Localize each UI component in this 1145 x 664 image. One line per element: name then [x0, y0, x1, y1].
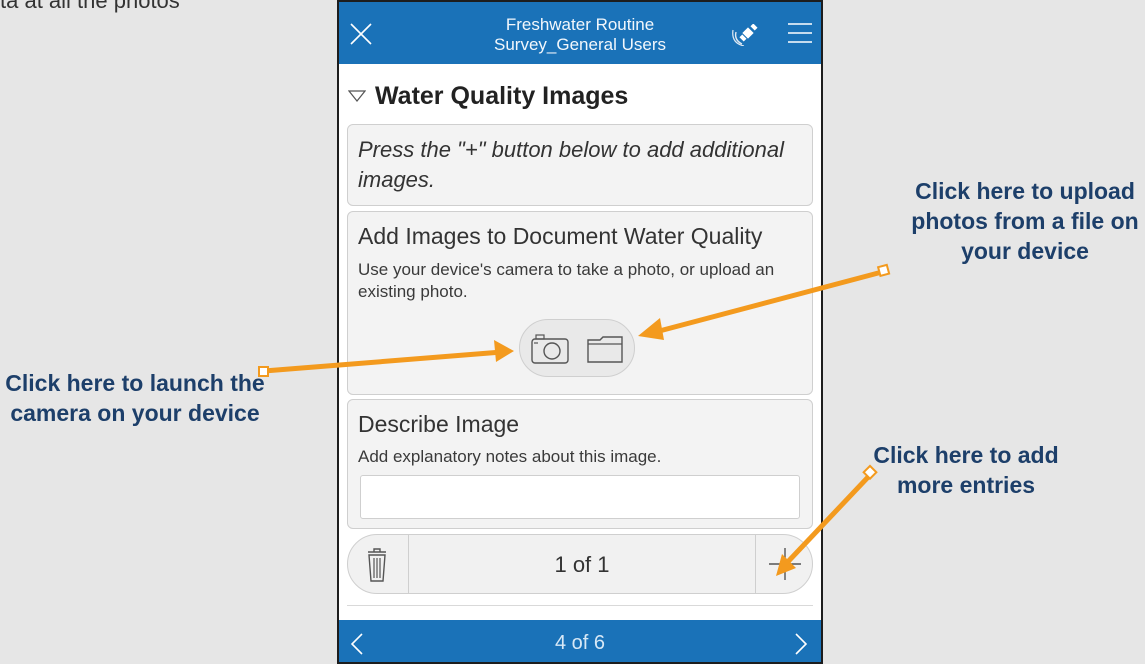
repeat-separator-right	[755, 535, 756, 593]
cropped-heading-text: ta at all the photos	[0, 0, 180, 13]
form-divider	[347, 605, 813, 606]
describe-image-input[interactable]	[360, 475, 800, 519]
annotation-upload: Click here to upload photos from a file …	[906, 176, 1144, 266]
camera-icon[interactable]	[530, 333, 570, 365]
annotation-camera-line1: Click here to launch the	[5, 370, 265, 396]
satellite-icon[interactable]	[732, 24, 762, 46]
chevron-right-icon[interactable]	[793, 632, 809, 656]
page-indicator: 4 of 6	[554, 632, 606, 654]
note-card: Press the "+" button below to add additi…	[347, 124, 813, 206]
hamburger-menu-icon[interactable]	[787, 22, 813, 44]
annotation-upload-line1: Click here to upload	[915, 178, 1135, 204]
folder-icon[interactable]	[586, 334, 624, 364]
repeat-counter: 1 of 1	[554, 552, 610, 577]
close-icon[interactable]	[349, 22, 373, 46]
image-capture-controls	[519, 319, 635, 377]
survey-form-window: Freshwater Routine Survey_General Users …	[337, 0, 823, 664]
annotation-add: Click here to add more entries	[866, 440, 1066, 500]
repeat-controls: 1 of 1	[347, 534, 813, 594]
describe-question-hint: Add explanatory notes about this image.	[358, 447, 662, 466]
app-header: Freshwater Routine Survey_General Users	[339, 2, 821, 64]
image-question-hint: Use your device's camera to take a photo…	[358, 260, 775, 301]
annotation-add-line2: more entries	[896, 472, 1036, 498]
triangle-down-icon	[348, 90, 366, 102]
annotation-upload-line3: your device	[961, 238, 1089, 264]
plus-icon[interactable]	[768, 547, 802, 581]
trash-icon[interactable]	[356, 543, 398, 585]
describe-question-card: Describe Image Add explanatory notes abo…	[347, 399, 813, 529]
annotation-upload-line2: photos from a file on	[911, 208, 1139, 234]
form-title-line1: Freshwater Routine	[505, 15, 655, 34]
page-navigation-bar: 4 of 6	[339, 620, 821, 662]
describe-question-label: Describe Image	[358, 411, 520, 437]
annotation-camera-line2: camera on your device	[10, 400, 260, 426]
group-title: Water Quality Images	[375, 82, 629, 110]
note-text: Press the "+" button below to add additi…	[358, 137, 784, 192]
form-title-line2: Survey_General Users	[494, 35, 666, 54]
image-question-label: Add Images to Document Water Quality	[358, 223, 763, 249]
group-header[interactable]: Water Quality Images	[339, 72, 821, 122]
annotation-add-line1: Click here to add	[873, 442, 1059, 468]
annotation-camera: Click here to launch the camera on your …	[0, 368, 270, 428]
image-question-card: Add Images to Document Water Quality Use…	[347, 211, 813, 395]
form-title: Freshwater Routine Survey_General Users	[439, 15, 721, 55]
